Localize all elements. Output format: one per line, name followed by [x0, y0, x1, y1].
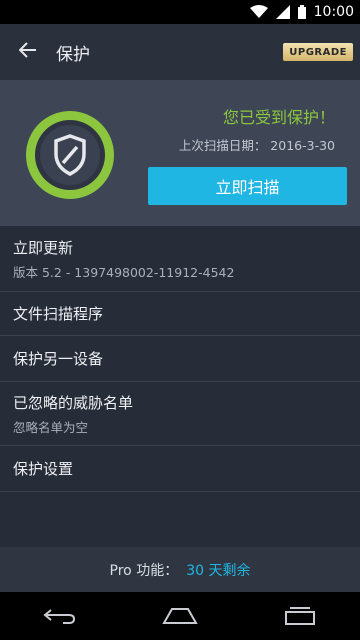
menu-item-protect-another-device[interactable]: 保护另一设备	[0, 336, 360, 382]
protection-status-panel: 您已受到保护！ 上次扫描日期： 2016-3-30 立即扫描	[0, 80, 360, 226]
scan-now-button[interactable]: 立即扫描	[148, 167, 347, 205]
last-scan-date: 上次扫描日期： 2016-3-30	[178, 138, 335, 153]
pro-label: Pro 功能：	[109, 562, 179, 579]
menu-item-update[interactable]: 立即更新 版本 5.2 - 1397498002-11912-4542	[0, 226, 360, 292]
menu-item-label: 保护设置	[13, 460, 74, 478]
menu-item-ignored-threats[interactable]: 已忽略的威胁名单 忽略名单为空	[0, 382, 360, 446]
shield-icon	[26, 111, 114, 199]
nav-back-icon	[43, 609, 76, 624]
protection-status-text: 您已受到保护！	[222, 108, 335, 127]
nav-home-icon	[162, 608, 198, 624]
settings-menu: 立即更新 版本 5.2 - 1397498002-11912-4542 文件扫描…	[0, 226, 360, 492]
wifi-icon	[249, 5, 268, 19]
system-nav-bar	[0, 592, 360, 640]
menu-item-protection-settings[interactable]: 保护设置	[0, 446, 360, 492]
app-bar: 保护 UPGRADE	[0, 24, 360, 80]
protection-badge	[22, 107, 118, 203]
clock: 10:00	[313, 4, 354, 20]
upgrade-button[interactable]: UPGRADE	[283, 43, 353, 61]
menu-item-label: 立即更新	[13, 238, 74, 257]
menu-item-sublabel: 忽略名单为空	[13, 419, 89, 435]
nav-home-button[interactable]	[150, 592, 210, 640]
menu-item-label: 保护另一设备	[13, 350, 104, 368]
days-remaining: 30 天剩余	[186, 562, 251, 579]
battery-icon	[297, 5, 306, 19]
menu-item-sublabel: 版本 5.2 - 1397498002-11912-4542	[13, 264, 235, 280]
back-arrow-icon	[18, 42, 37, 62]
nav-recents-icon	[285, 607, 315, 625]
back-button[interactable]	[0, 24, 56, 80]
page-title: 保护	[56, 44, 90, 65]
pro-trial-banner[interactable]: Pro 功能： 30 天剩余	[0, 547, 360, 592]
menu-item-file-scanner[interactable]: 文件扫描程序	[0, 292, 360, 336]
signal-icon	[275, 5, 290, 19]
menu-item-label: 文件扫描程序	[13, 305, 104, 323]
nav-back-button[interactable]	[30, 592, 90, 640]
menu-item-label: 已忽略的威胁名单	[13, 393, 134, 412]
status-bar: 10:00	[0, 0, 360, 24]
nav-recents-button[interactable]	[270, 592, 330, 640]
